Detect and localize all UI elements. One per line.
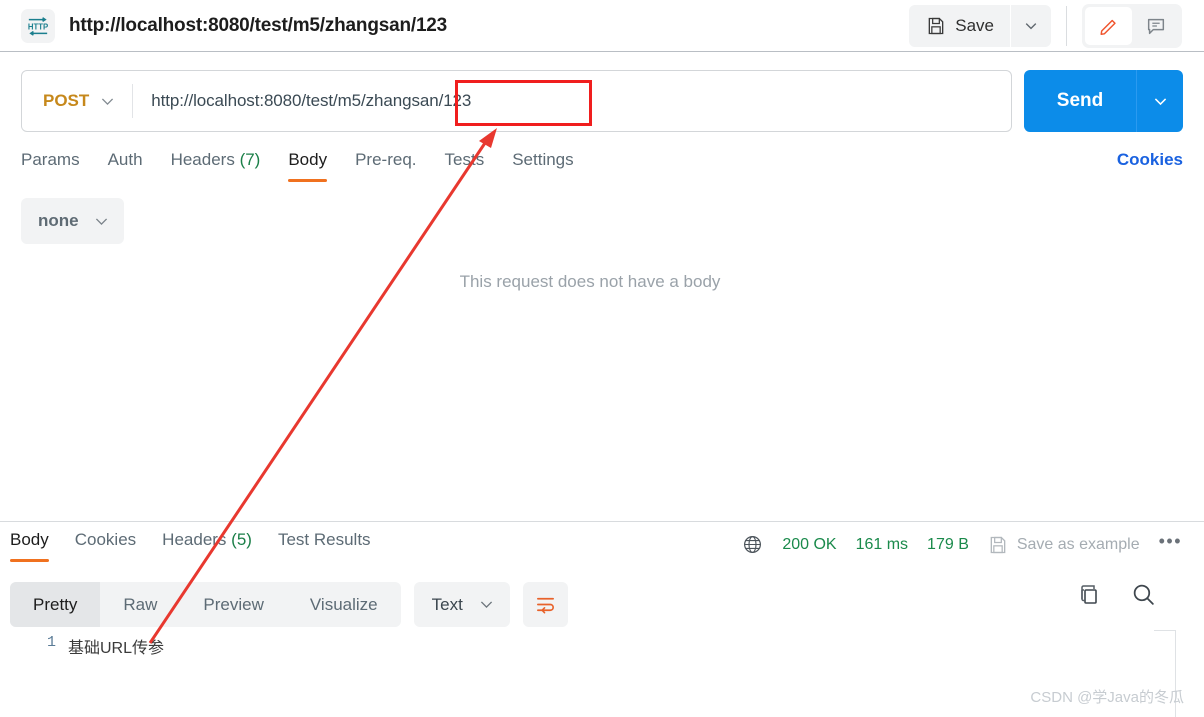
- view-mode-preview[interactable]: Preview: [180, 582, 286, 627]
- response-tools: [1077, 582, 1156, 607]
- view-toggle-group: [1082, 3, 1182, 48]
- tab-label: Headers: [170, 150, 235, 169]
- response-view-toolbar: Pretty Raw Preview Visualize Text: [10, 582, 568, 627]
- response-scroll-edge-top: [1154, 630, 1176, 631]
- tab-label: Settings: [512, 150, 574, 169]
- chevron-down-icon: [95, 217, 107, 225]
- response-tabs: Body Cookies Headers (5) Test Results: [10, 530, 397, 566]
- response-meta: 200 OK 161 ms 179 B Save as example •••: [742, 531, 1182, 558]
- tab-label: Params: [21, 150, 80, 169]
- response-more-options-button[interactable]: •••: [1159, 531, 1182, 558]
- tab-label: Headers: [162, 530, 227, 549]
- body-type-selector[interactable]: none: [21, 198, 124, 244]
- response-view-mode-group: Pretty Raw Preview Visualize: [10, 582, 401, 627]
- tab-body[interactable]: Body: [288, 150, 327, 182]
- tab-label: Pre-req.: [355, 150, 417, 169]
- tab-label: Body: [288, 150, 328, 169]
- comments-button[interactable]: [1132, 7, 1179, 45]
- save-options-button[interactable]: [1011, 4, 1051, 47]
- send-button[interactable]: Send: [1024, 70, 1136, 132]
- tab-label: Auth: [107, 150, 143, 169]
- view-mode-raw[interactable]: Raw: [100, 582, 180, 627]
- copy-icon[interactable]: [1077, 583, 1101, 607]
- body-type-label: none: [38, 211, 79, 230]
- view-mode-pretty[interactable]: Pretty: [10, 582, 101, 627]
- response-time: 161 ms: [855, 535, 909, 553]
- tab-params[interactable]: Params: [21, 150, 80, 182]
- method-selector[interactable]: POST: [22, 91, 132, 111]
- response-format-label: Text: [431, 594, 463, 614]
- response-body-line: 基础URL传参: [68, 640, 165, 657]
- empty-body-message: This request does not have a body: [459, 272, 721, 291]
- tab-pre-request[interactable]: Pre-req.: [355, 150, 416, 182]
- edit-request-button[interactable]: [1085, 6, 1132, 45]
- search-icon[interactable]: [1131, 582, 1156, 607]
- url-bar: POST http://localhost:8080/test/m5/zhang…: [21, 70, 1183, 132]
- response-tab-test-results[interactable]: Test Results: [278, 530, 371, 562]
- floppy-disk-icon: [990, 536, 1006, 553]
- chevron-down-icon: [1025, 22, 1037, 29]
- globe-icon[interactable]: [742, 534, 763, 555]
- send-options-button[interactable]: [1136, 70, 1183, 132]
- request-tabs: Params Auth Headers (7) Body Pre-req. Te…: [21, 150, 1183, 188]
- top-bar: HTTP http://localhost:8080/test/m5/zhang…: [0, 0, 1204, 52]
- save-as-example-label: Save as example: [1016, 535, 1140, 553]
- response-tab-cookies[interactable]: Cookies: [75, 530, 136, 562]
- svg-text:HTTP: HTTP: [28, 22, 48, 31]
- response-format-selector[interactable]: Text: [413, 582, 510, 627]
- http-protocol-icon: HTTP: [21, 8, 55, 43]
- response-size: 179 B: [927, 535, 969, 553]
- save-button-label: Save: [955, 15, 994, 35]
- tab-headers[interactable]: Headers (7): [171, 150, 261, 182]
- save-as-example-button[interactable]: Save as example: [988, 535, 1140, 555]
- request-title: http://localhost:8080/test/m5/zhangsan/1…: [69, 14, 448, 36]
- view-mode-visualize[interactable]: Visualize: [287, 582, 401, 627]
- tab-label: Tests: [444, 150, 485, 169]
- response-tab-headers[interactable]: Headers (5): [162, 530, 252, 562]
- url-input[interactable]: http://localhost:8080/test/m5/zhangsan/1…: [133, 91, 471, 111]
- url-input-container: POST http://localhost:8080/test/m5/zhang…: [21, 70, 1012, 132]
- word-wrap-icon: [536, 597, 554, 614]
- save-button-group: Save: [909, 4, 1051, 47]
- tab-tests[interactable]: Tests: [445, 150, 485, 182]
- tab-count: (5): [231, 530, 252, 549]
- tab-label: Body: [10, 530, 49, 549]
- line-number: 1: [46, 634, 56, 651]
- cookies-link[interactable]: Cookies: [1117, 150, 1183, 170]
- chevron-down-icon: [102, 97, 114, 105]
- tab-label: Cookies: [74, 530, 137, 549]
- word-wrap-toggle[interactable]: [522, 582, 568, 627]
- comment-icon: [1147, 18, 1164, 34]
- chevron-down-icon: [1154, 97, 1166, 105]
- top-bar-actions: Save: [909, 0, 1204, 51]
- response-status: 200 OK: [782, 535, 837, 553]
- floppy-disk-icon: [928, 17, 944, 34]
- tab-settings[interactable]: Settings: [512, 150, 573, 182]
- method-label: POST: [43, 91, 90, 110]
- response-tab-body[interactable]: Body: [10, 530, 49, 562]
- send-button-group: Send: [1024, 70, 1183, 132]
- tab-auth[interactable]: Auth: [108, 150, 143, 182]
- tab-label: Test Results: [277, 530, 371, 549]
- toolbar-divider: [1066, 5, 1067, 46]
- pencil-icon: [1099, 19, 1116, 35]
- response-body-viewer[interactable]: 1 基础URL传参: [0, 634, 1150, 674]
- save-button[interactable]: Save: [909, 4, 1010, 47]
- watermark: CSDN @学Java的冬瓜: [1030, 689, 1184, 706]
- tab-count: (7): [239, 150, 261, 169]
- chevron-down-icon: [480, 601, 492, 609]
- response-divider: [0, 521, 1204, 522]
